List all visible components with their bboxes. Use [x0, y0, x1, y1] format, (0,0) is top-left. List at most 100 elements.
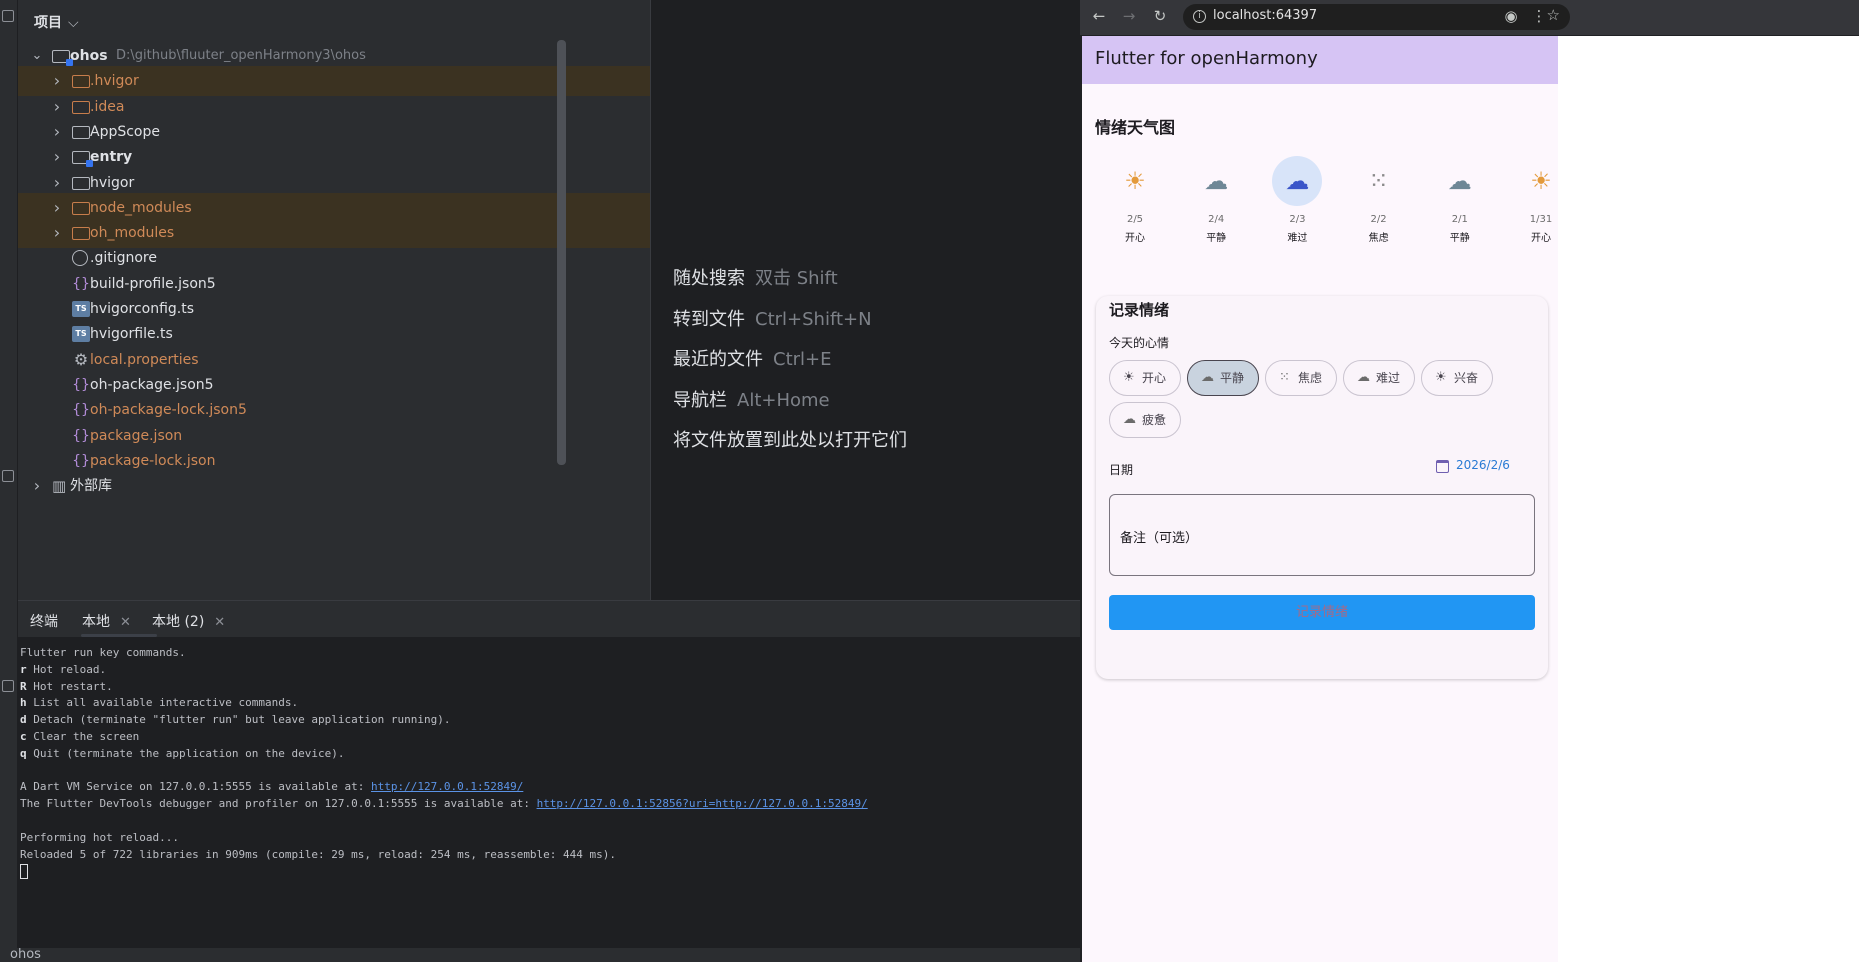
project-scrollbar[interactable]: [557, 40, 566, 465]
terminal-line: The Flutter DevTools debugger and profil…: [20, 796, 868, 813]
folder-icon: [72, 100, 90, 114]
url-text[interactable]: localhost:64397: [1213, 8, 1317, 23]
mood-chip[interactable]: ☁ 平静: [1187, 360, 1259, 396]
tree-row[interactable]: › ▥ 外部库: [18, 471, 650, 501]
site-info-icon[interactable]: i: [1193, 10, 1206, 23]
dots-icon: ⁙: [1279, 370, 1290, 385]
note-field[interactable]: 备注（可选）: [1109, 494, 1535, 576]
device-tool-icon[interactable]: [2, 680, 14, 692]
terminal-text: Quit (terminate the application on the d…: [26, 746, 345, 760]
terminal-text: Hot restart.: [26, 679, 113, 693]
terminal-text: Detach (terminate "flutter run" but leav…: [26, 713, 451, 727]
close-icon[interactable]: ✕: [120, 615, 131, 630]
chip-label: 开心: [1142, 371, 1167, 385]
terminal-line: r Hot reload.: [20, 662, 868, 679]
cloud-icon: ☁: [1204, 167, 1229, 195]
note-placeholder: 备注（可选）: [1120, 531, 1199, 546]
project-tool-icon[interactable]: [2, 10, 14, 22]
mood-date: 2/3: [1289, 214, 1306, 225]
terminal-text: List all available interactive commands.: [26, 696, 299, 710]
project-panel-title[interactable]: 项目 ⌵: [34, 12, 79, 32]
folder-icon: [72, 201, 90, 215]
terminal-link[interactable]: http://127.0.0.1:52856?uri=http://127.0.…: [537, 797, 868, 810]
sun-icon: ☀: [1124, 167, 1146, 195]
close-icon[interactable]: ✕: [214, 615, 225, 630]
terminal-line: h List all available interactive command…: [20, 695, 868, 712]
folder-icon: [72, 151, 93, 168]
chip-label: 兴奋: [1454, 371, 1479, 385]
back-icon[interactable]: ←: [1088, 7, 1110, 25]
cloud-icon: ☁: [1285, 167, 1310, 195]
mood-name: 平静: [1206, 233, 1227, 244]
chevron-down-icon[interactable]: ⌵: [68, 15, 79, 31]
record-submit-button[interactable]: 记录情绪: [1109, 595, 1535, 630]
editor-hint: 最近的文件 Ctrl+E: [673, 345, 831, 371]
terminal-output[interactable]: Flutter run key commands. r Hot reload. R …: [20, 645, 868, 880]
mood-chip[interactable]: ☁ 疲惫: [1109, 402, 1181, 438]
mood-chip[interactable]: ☁ 难过: [1343, 360, 1415, 396]
mood-date: 2/2: [1370, 214, 1387, 225]
cloud-icon: ☁: [1357, 370, 1370, 385]
terminal-text: Performing hot reload...: [20, 830, 179, 844]
active-tab-indicator: [81, 634, 157, 637]
profile-icon[interactable]: ◉: [1500, 7, 1522, 25]
cloud-icon: ☁: [1201, 370, 1214, 385]
hint-label: 最近的文件: [673, 349, 763, 370]
forward-icon[interactable]: →: [1118, 7, 1140, 25]
folder-icon: [72, 227, 90, 241]
ide-tool-strip: [0, 0, 18, 962]
terminal-line: q Quit (terminate the application on the…: [20, 746, 868, 763]
menu-icon[interactable]: ⋮: [1528, 7, 1550, 25]
typescript-file-icon: TS: [72, 301, 90, 317]
terminal-line: Reloaded 5 of 722 libraries in 909ms (co…: [20, 847, 868, 864]
chip-label: 焦虑: [1298, 371, 1323, 385]
hint-label: 导航栏: [673, 389, 727, 411]
mood-chip[interactable]: ☀ 兴奋: [1421, 360, 1493, 396]
hint-shortcut: 双击 Shift: [755, 268, 838, 289]
date-picker-value[interactable]: 2026/2/6: [1456, 458, 1510, 472]
terminal-prompt[interactable]: [20, 863, 868, 880]
gear-icon: ⚙: [73, 349, 89, 369]
weather-title: 情绪天气图: [1095, 118, 1176, 137]
tab-local-1[interactable]: 本地 ✕: [82, 611, 131, 631]
folder-icon: [52, 50, 73, 66]
mood-chip[interactable]: ⁙ 焦虑: [1265, 360, 1337, 396]
folder-icon: [72, 125, 90, 139]
tab-local-2[interactable]: 本地 (2) ✕: [152, 611, 225, 631]
mood-date: 2/4: [1208, 214, 1225, 225]
dots-icon: ⁙: [1368, 167, 1389, 195]
json-file-icon: {}: [72, 402, 90, 419]
calendar-icon[interactable]: [1436, 460, 1449, 473]
status-bar: ohos: [0, 948, 1080, 962]
editor-hint: 导航栏 Alt+Home: [673, 386, 830, 412]
mood-name: 难过: [1287, 233, 1308, 244]
editor-hint: 转到文件 Ctrl+Shift+N: [673, 305, 872, 331]
browser-toolbar: ← → ↻ i localhost:64397 ☆ ◉ ⋮: [1080, 0, 1859, 35]
hint-shortcut: Ctrl+E: [773, 349, 832, 370]
terminal-link[interactable]: http://127.0.0.1:52849/: [371, 780, 523, 793]
terminal-key: q: [20, 746, 27, 760]
terminal-text: Hot reload.: [26, 662, 107, 676]
chevron-right-icon[interactable]: ›: [30, 471, 44, 501]
mood-label: 今天的心情: [1109, 336, 1170, 350]
tree-item-label: 外部库: [70, 478, 112, 495]
chip-label: 难过: [1376, 371, 1401, 385]
reload-icon[interactable]: ↻: [1149, 7, 1171, 25]
folder-icon: [72, 176, 90, 190]
terminal-key: r: [20, 662, 27, 676]
terminal-title: 终端: [30, 614, 58, 630]
library-icon: ▥: [52, 477, 67, 496]
terminal-text: Reloaded 5 of 722 libraries in 909ms (co…: [20, 847, 617, 861]
mood-chip[interactable]: ☀ 开心: [1109, 360, 1181, 396]
cloud-icon: ☁: [1447, 167, 1472, 195]
json-file-icon: {}: [72, 452, 90, 469]
terminal-tool-icon[interactable]: [2, 470, 14, 482]
project-panel: 项目 ⌵ ⌄ ohos D:\github\fluuter_openHarmony3\…: [18, 0, 650, 600]
hint-label: 随处搜索: [673, 268, 745, 289]
terminal-panel: 终端 本地 ✕ 本地 (2) ✕ Flutter run key commands.…: [18, 600, 1080, 962]
terminal-line: d Detach (terminate "flutter run" but le…: [20, 712, 868, 729]
status-project-label[interactable]: ohos: [10, 947, 41, 962]
browser-side-panel: [1558, 36, 1859, 962]
